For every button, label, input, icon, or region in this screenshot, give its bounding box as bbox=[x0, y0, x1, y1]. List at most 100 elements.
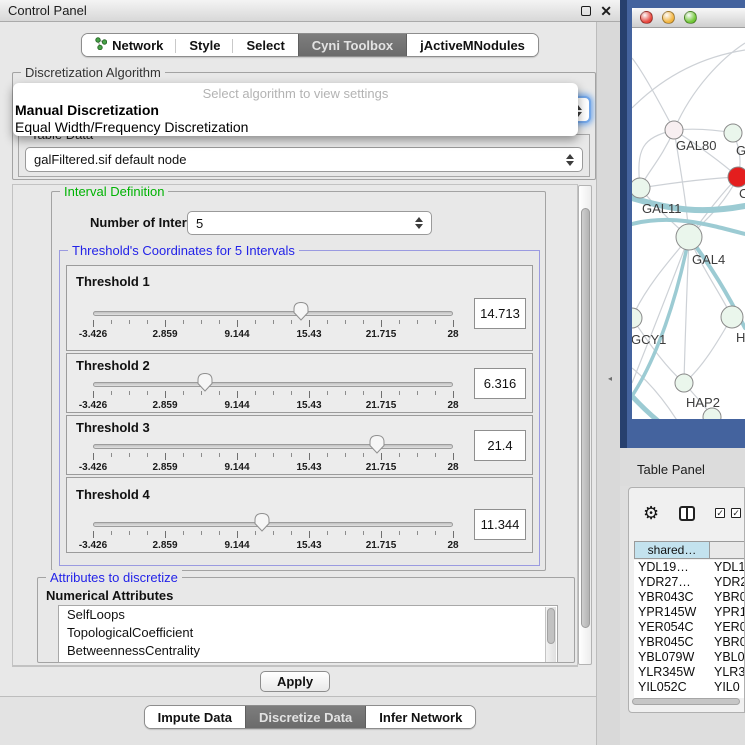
network-node[interactable] bbox=[724, 124, 742, 142]
network-edge[interactable] bbox=[632, 58, 674, 130]
threshold-2-value-field[interactable]: 6.316 bbox=[474, 368, 526, 399]
slider-track[interactable] bbox=[93, 311, 453, 316]
tick-label: 2.859 bbox=[152, 462, 177, 473]
network-canvas[interactable]: GAL80GACGAL11GAL4GCY1HHAP2 bbox=[632, 28, 745, 419]
table-row[interactable]: YPR145WYPR1 bbox=[634, 605, 745, 620]
list-scrollbar[interactable] bbox=[545, 607, 556, 663]
table-row[interactable]: YIL052CYIL0 bbox=[634, 680, 745, 695]
network-node[interactable] bbox=[632, 178, 650, 198]
minimize-traffic-light-icon[interactable] bbox=[662, 11, 675, 24]
scrollbar-thumb[interactable] bbox=[632, 698, 740, 705]
tab-select[interactable]: Select bbox=[233, 34, 297, 56]
cell-name[interactable]: YDR2 bbox=[710, 575, 745, 590]
cell-shared-name[interactable]: YBL079W bbox=[634, 650, 710, 665]
cell-name[interactable]: YBR0 bbox=[710, 590, 745, 605]
apply-button[interactable]: Apply bbox=[260, 671, 330, 692]
close-traffic-light-icon[interactable] bbox=[640, 11, 653, 24]
dropdown-option-manual-discretization[interactable]: Manual Discretization bbox=[13, 102, 578, 119]
checkbox-icon[interactable]: ✓ bbox=[731, 508, 741, 518]
minor-tick bbox=[183, 320, 184, 324]
panel-divider[interactable]: ◂ bbox=[596, 22, 620, 745]
column-header-shared-name[interactable]: shared… bbox=[634, 541, 710, 559]
table-data-combobox[interactable]: galFiltered.sif default node bbox=[25, 147, 583, 172]
cell-shared-name[interactable]: YBR045C bbox=[634, 635, 710, 650]
cell-shared-name[interactable]: YER054C bbox=[634, 620, 710, 635]
table-row[interactable]: YER054CYER0 bbox=[634, 620, 745, 635]
minor-tick bbox=[291, 453, 292, 457]
network-edge[interactable] bbox=[632, 318, 684, 383]
main-vertical-scrollbar[interactable] bbox=[578, 185, 592, 665]
threshold-4-value-field[interactable]: 11.344 bbox=[474, 509, 526, 540]
table-row[interactable]: YDR27…YDR2 bbox=[634, 575, 745, 590]
attribute-list-item[interactable]: SelfLoops bbox=[59, 606, 557, 624]
divider-collapse-icon[interactable]: ◂ bbox=[608, 374, 612, 383]
network-edge[interactable] bbox=[640, 177, 738, 188]
slider-thumb[interactable] bbox=[369, 434, 386, 459]
attribute-list-item[interactable]: BetweennessCentrality bbox=[59, 642, 557, 660]
tab-network[interactable]: Network bbox=[82, 34, 176, 56]
slider-track[interactable] bbox=[93, 522, 453, 527]
gear-icon[interactable]: ⚙ bbox=[643, 504, 659, 522]
slider-track[interactable] bbox=[93, 382, 453, 387]
network-node[interactable] bbox=[675, 374, 693, 392]
split-view-icon[interactable] bbox=[679, 506, 695, 521]
cell-name[interactable]: YLR3 bbox=[710, 665, 745, 680]
network-node[interactable] bbox=[632, 308, 642, 328]
network-node[interactable] bbox=[721, 306, 743, 328]
network-edge[interactable] bbox=[684, 317, 732, 383]
close-icon[interactable]: ✕ bbox=[600, 6, 612, 16]
slider-thumb[interactable] bbox=[254, 512, 271, 537]
threshold-1-value-field[interactable]: 14.713 bbox=[474, 298, 526, 329]
network-node[interactable] bbox=[665, 121, 683, 139]
scrollbar-thumb[interactable] bbox=[547, 608, 555, 644]
column-header-name[interactable]: na bbox=[710, 541, 745, 559]
cell-shared-name[interactable]: YLR345W bbox=[634, 665, 710, 680]
network-edge[interactable] bbox=[674, 43, 745, 130]
threshold-1-slider[interactable]: -3.4262.8599.14415.4321.71528 bbox=[93, 299, 453, 341]
threshold-4-slider[interactable]: -3.4262.8599.14415.4321.71528 bbox=[93, 510, 453, 552]
cell-shared-name[interactable]: YIL052C bbox=[634, 680, 710, 695]
zoom-traffic-light-icon[interactable] bbox=[684, 11, 697, 24]
cell-name[interactable]: YPR1 bbox=[710, 605, 745, 620]
cell-shared-name[interactable]: YDR27… bbox=[634, 575, 710, 590]
cell-name[interactable]: YBL0 bbox=[710, 650, 745, 665]
tab-discretize-data[interactable]: Discretize Data bbox=[245, 706, 366, 728]
float-window-icon[interactable] bbox=[581, 6, 591, 16]
threshold-3-value-field[interactable]: 21.4 bbox=[474, 430, 526, 461]
slider-track[interactable] bbox=[93, 444, 453, 449]
cell-name[interactable]: YDL1 bbox=[710, 560, 745, 575]
bottom-tab-bar: Impute Data Discretize Data Infer Networ… bbox=[0, 705, 620, 729]
checkbox-icon[interactable]: ✓ bbox=[715, 508, 725, 518]
network-node[interactable] bbox=[728, 167, 745, 187]
slider-thumb[interactable] bbox=[292, 301, 309, 326]
dropdown-option-equal-width-frequency[interactable]: Equal Width/Frequency Discretization bbox=[13, 119, 578, 136]
table-row[interactable]: YBL079WYBL0 bbox=[634, 650, 745, 665]
number-of-intervals-combobox[interactable]: 5 bbox=[187, 211, 432, 235]
tab-cyni-toolbox[interactable]: Cyni Toolbox bbox=[298, 34, 407, 56]
cell-shared-name[interactable]: YPR145W bbox=[634, 605, 710, 620]
cell-name[interactable]: YBR0 bbox=[710, 635, 745, 650]
tab-infer-network[interactable]: Infer Network bbox=[366, 706, 475, 728]
table-row[interactable]: YBR043CYBR0 bbox=[634, 590, 745, 605]
network-edge[interactable] bbox=[632, 237, 689, 383]
attribute-list-item[interactable]: TopologicalCoefficient bbox=[59, 624, 557, 642]
threshold-2-slider[interactable]: -3.4262.8599.14415.4321.71528 bbox=[93, 370, 453, 412]
table-row[interactable]: YBR045CYBR0 bbox=[634, 635, 745, 650]
minor-tick bbox=[255, 453, 256, 457]
table-row[interactable]: YLR345WYLR3 bbox=[634, 665, 745, 680]
table-horizontal-scrollbar[interactable] bbox=[632, 698, 744, 708]
cell-shared-name[interactable]: YDL19… bbox=[634, 560, 710, 575]
cell-shared-name[interactable]: YBR043C bbox=[634, 590, 710, 605]
table-row[interactable]: YDL19…YDL1 bbox=[634, 560, 745, 575]
cell-name[interactable]: YIL0 bbox=[710, 680, 740, 695]
tab-jactivemnodules[interactable]: jActiveMNodules bbox=[407, 34, 538, 56]
cell-name[interactable]: YER0 bbox=[710, 620, 745, 635]
tab-impute-data[interactable]: Impute Data bbox=[145, 706, 245, 728]
slider-thumb[interactable] bbox=[196, 372, 213, 397]
tab-style[interactable]: Style bbox=[176, 34, 233, 56]
threshold-3-slider[interactable]: -3.4262.8599.14415.4321.71528 bbox=[93, 432, 453, 474]
network-edge[interactable] bbox=[632, 50, 745, 108]
scrollbar-thumb[interactable] bbox=[581, 208, 590, 628]
numerical-attributes-list[interactable]: SelfLoopsTopologicalCoefficientBetweenne… bbox=[58, 605, 558, 663]
network-node[interactable] bbox=[676, 224, 702, 250]
